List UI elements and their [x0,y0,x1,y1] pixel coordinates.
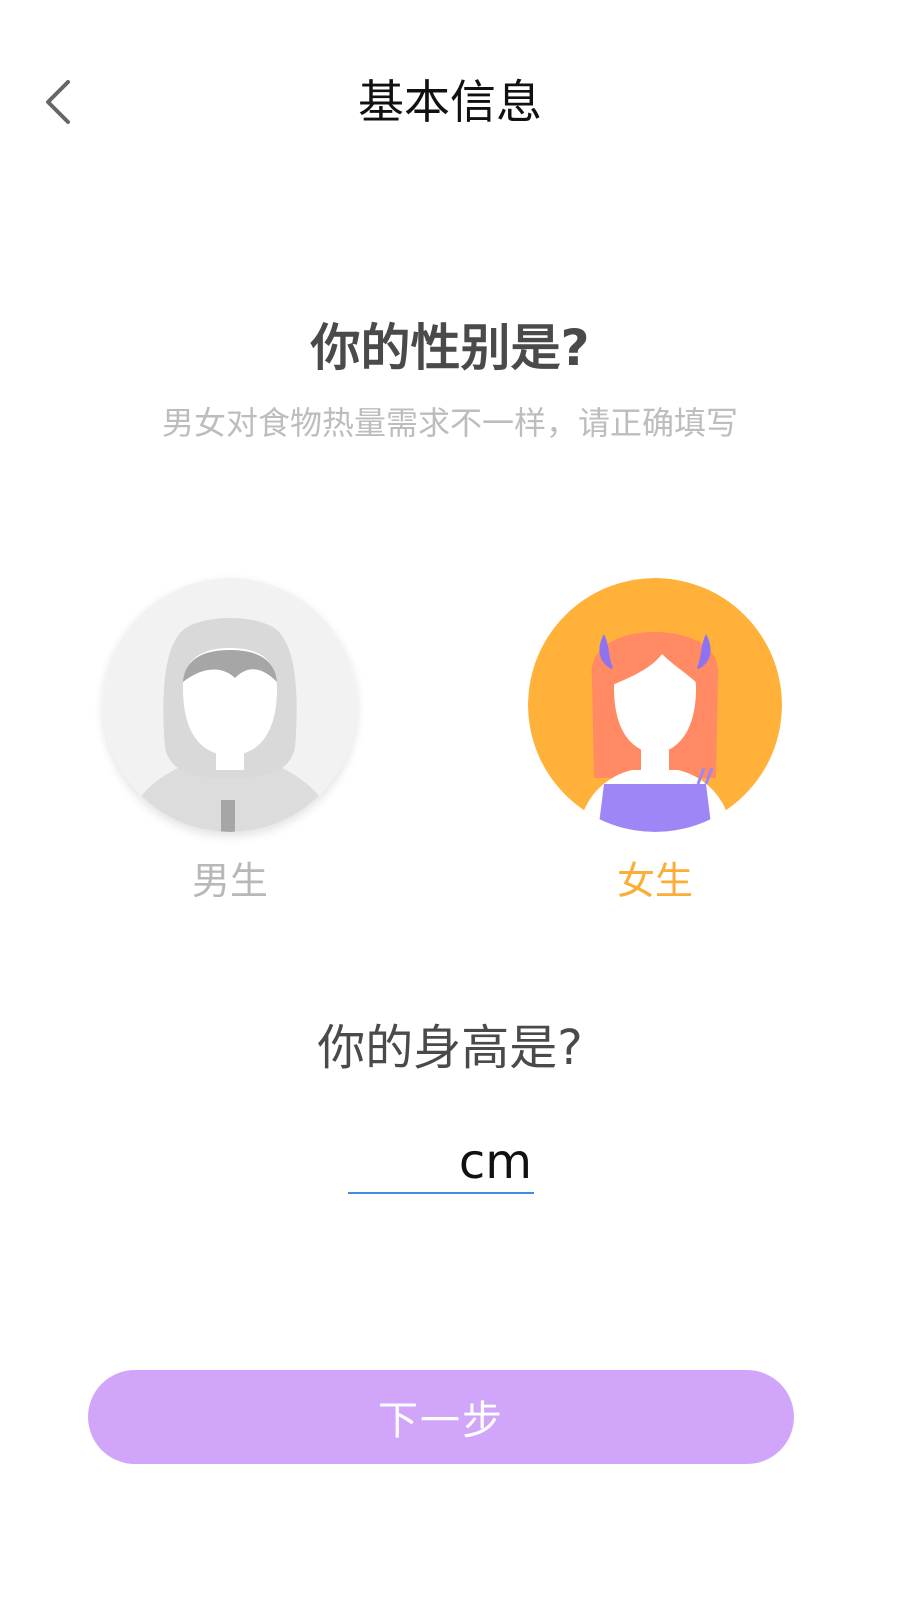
next-step-button[interactable]: 下一步 [88,1370,794,1464]
gender-question-title: 你的性别是? [310,319,590,377]
gender-option-male[interactable]: 男生 [102,578,358,906]
female-avatar-icon [528,578,782,832]
page-title: 基本信息 [358,75,542,129]
height-field: cm [348,1128,534,1194]
gender-question-subtitle: 男女对食物热量需求不一样，请正确填写 [161,404,738,442]
male-avatar-icon [103,578,357,832]
basic-info-screen: 基本信息 你的性别是? 男女对食物热量需求不一样，请正确填写 男生 女生 你的身… [0,0,900,1600]
height-unit-label: cm [458,1134,532,1190]
gender-option-female[interactable]: 女生 [527,578,783,906]
gender-label-female: 女生 [616,859,693,903]
gender-label-male: 男生 [191,859,268,903]
height-question-title: 你的身高是? [317,1020,583,1076]
height-input[interactable] [348,1132,459,1192]
